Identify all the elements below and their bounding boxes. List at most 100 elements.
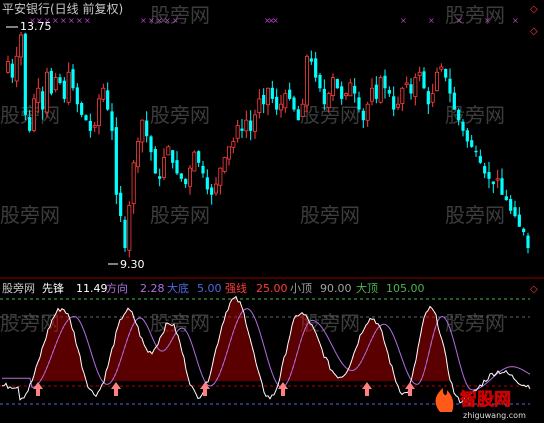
candle-body: [326, 93, 331, 108]
candle-body: [175, 160, 179, 174]
cross-marker: ×: [76, 16, 83, 25]
candle-body: [135, 141, 140, 168]
candle-body: [395, 103, 400, 108]
candle-body: [470, 140, 474, 147]
candle-body: [304, 55, 309, 106]
candle-body: [513, 207, 517, 217]
candle-body: [465, 130, 469, 142]
candle-body: [361, 110, 365, 121]
diamond-icon: ◇: [530, 284, 538, 295]
candle-body: [343, 93, 348, 97]
candle-body: [171, 150, 175, 163]
candle-body: [222, 157, 227, 172]
candle-body: [383, 75, 387, 89]
candle-body: [278, 103, 283, 111]
diamond-icon: ◇: [530, 4, 538, 15]
candle-body: [10, 63, 14, 78]
watermark-text: 股旁网: [150, 203, 210, 227]
candle-body: [197, 151, 201, 163]
watermark-text: 股旁网: [445, 3, 505, 27]
candle-body: [218, 167, 223, 186]
candle-body: [88, 120, 92, 131]
candle-body: [14, 55, 19, 82]
stock-chart: 股旁网 股旁网股旁网 股旁网 股旁网 股旁网股旁网 股旁网 股旁网 股旁网股旁网 股旁网 股旁网股…: [0, 0, 544, 423]
candle-body: [187, 167, 192, 187]
cross-marker: ×: [272, 16, 279, 25]
candle-body: [495, 178, 500, 181]
candle-body: [500, 178, 504, 195]
candle-body: [36, 87, 41, 103]
legend-value-qiangxian: 25.00: [256, 282, 288, 295]
candle-body: [369, 87, 374, 102]
candle-body: [318, 74, 322, 89]
legend-label-qiangxian: 强线: [225, 281, 247, 295]
candle-body: [53, 77, 58, 91]
candle-body: [517, 214, 521, 227]
candle-body: [45, 71, 50, 113]
brand-url: zhiguwang.com: [463, 411, 526, 420]
candle-body: [300, 103, 305, 117]
candle-body: [400, 87, 405, 104]
candle-body: [66, 71, 71, 103]
legend-value-fangxiang: 2.28: [140, 282, 165, 295]
watermark-text: 股旁网: [0, 203, 60, 227]
cross-marker: ×: [512, 16, 519, 25]
candle-body: [158, 176, 162, 179]
candle-body: [444, 68, 448, 78]
low-label: 9.30: [120, 258, 145, 271]
candle-body: [322, 88, 326, 105]
cross-marker: ×: [484, 16, 491, 25]
candle-body: [249, 120, 253, 131]
candle-body: [226, 146, 231, 160]
candle-body: [161, 157, 166, 178]
legend-value-dading: 105.00: [386, 282, 425, 295]
candle-body: [32, 98, 37, 131]
candle-body: [101, 87, 106, 100]
candle-body: [509, 199, 513, 211]
candle-body: [110, 111, 114, 131]
legend-label-dadi: 大底: [167, 281, 189, 295]
candle-body: [417, 71, 422, 77]
candle-body: [422, 71, 426, 89]
candle-body: [457, 109, 461, 121]
candle-body: [244, 119, 249, 132]
candle-body: [119, 192, 123, 217]
candle-body: [283, 93, 288, 109]
candle-body: [430, 93, 435, 103]
candle-body: [526, 235, 530, 249]
candle-body: [478, 156, 482, 163]
cross-marker: ×: [84, 16, 91, 25]
candle-body: [504, 196, 508, 201]
legend-value-xiaoding: 90.00: [320, 282, 352, 295]
candle-body: [166, 146, 171, 156]
chart-title: 平安银行(日线 前复权): [2, 1, 123, 16]
cross-marker: ×: [52, 16, 59, 25]
cross-marker: ×: [428, 16, 435, 25]
candle-body: [434, 71, 439, 92]
cross-marker: ×: [172, 16, 179, 25]
cross-marker: ×: [164, 16, 171, 25]
candle-body: [365, 103, 370, 121]
candle-body: [235, 125, 240, 139]
candle-body: [97, 98, 102, 126]
candle-body: [127, 205, 132, 251]
candle-body: [296, 109, 300, 121]
high-label: 13.75: [20, 20, 52, 33]
watermark-text: 股旁网: [150, 103, 210, 127]
cross-marker: ×: [140, 16, 147, 25]
candle-body: [483, 166, 487, 174]
legend-label-dading: 大顶: [356, 281, 378, 295]
candle-body: [265, 87, 270, 106]
candle-body: [184, 178, 188, 185]
indicator-name: 股旁网: [2, 281, 35, 295]
candle-body: [149, 136, 153, 153]
brand-name: 智股网: [460, 389, 511, 410]
candle-body: [41, 91, 45, 110]
candle-body: [288, 89, 292, 99]
legend-label-xianfeng: 先锋: [42, 282, 64, 295]
candle-body: [153, 148, 157, 174]
candle-body: [461, 121, 465, 131]
candle-body: [213, 183, 218, 194]
candle-body: [474, 150, 478, 153]
candle-body: [92, 125, 97, 128]
